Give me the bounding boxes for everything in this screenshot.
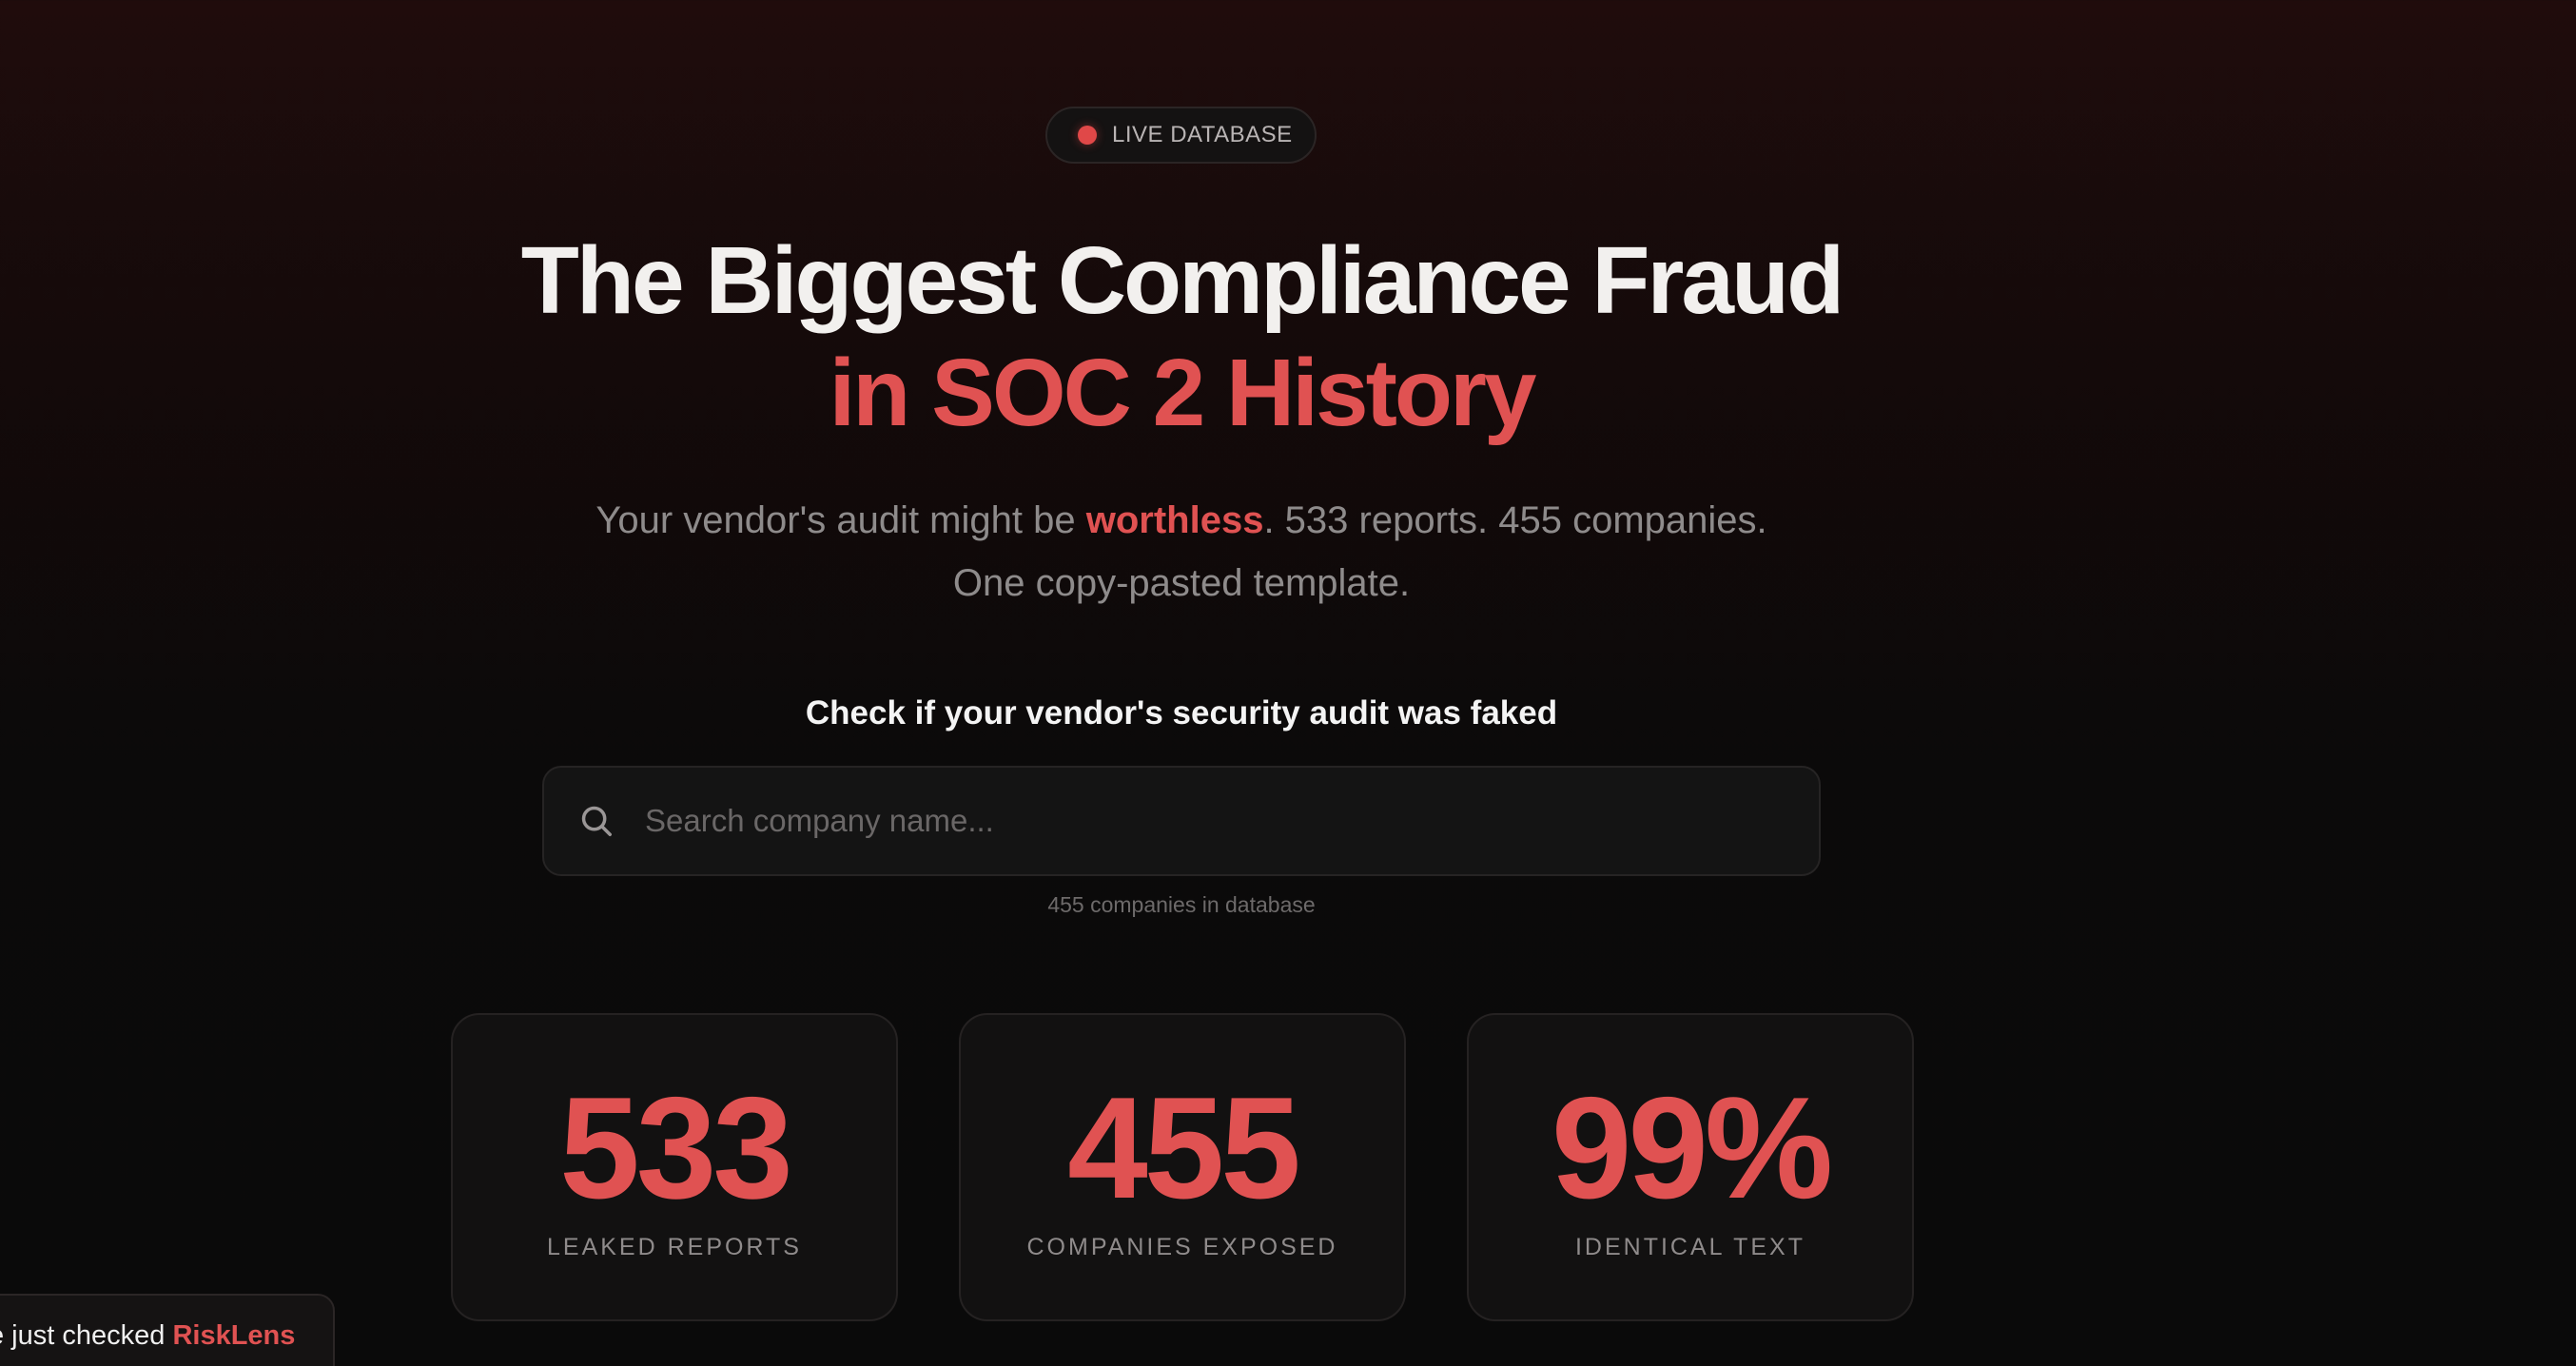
headline-line-1: The Biggest Compliance Fraud: [520, 227, 1844, 334]
subheadline-text-after: . 533 reports. 455 companies.: [1263, 499, 1767, 541]
live-database-badge: LIVE DATABASE: [1045, 107, 1317, 164]
stat-card-companies-exposed: 455 COMPANIES EXPOSED: [959, 1013, 1406, 1321]
stats-row: 533 LEAKED REPORTS 455 COMPANIES EXPOSED…: [451, 1013, 1914, 1321]
search-box[interactable]: [542, 766, 1821, 876]
stat-value: 533: [559, 1067, 793, 1229]
subheadline-line-1: Your vendor's audit might be worthless. …: [0, 489, 2363, 552]
stat-card-identical-text: 99% IDENTICAL TEXT: [1467, 1013, 1914, 1321]
toast-text: e just checked: [0, 1320, 173, 1351]
stat-label: COMPANIES EXPOSED: [1026, 1234, 1338, 1260]
stat-value: 99%: [1551, 1067, 1833, 1229]
subheadline-highlight: worthless: [1085, 499, 1264, 541]
subheadline-line-2: One copy-pasted template.: [952, 562, 1411, 604]
headline-line-2: in SOC 2 History: [829, 340, 1536, 446]
toast-company-name: RiskLens: [172, 1320, 296, 1351]
stat-value: 455: [1067, 1067, 1301, 1229]
stat-card-leaked-reports: 533 LEAKED REPORTS: [451, 1013, 898, 1321]
subheadline-text-before: Your vendor's audit might be: [595, 499, 1086, 541]
stat-label: IDENTICAL TEXT: [1574, 1234, 1806, 1260]
recent-check-toast: e just checked RiskLens: [0, 1294, 335, 1366]
database-count: 455 companies in database: [1047, 892, 1316, 917]
toast-message: e just checked RiskLens: [0, 1320, 333, 1352]
search-heading: Check if your vendor's security audit wa…: [805, 694, 1558, 732]
search-icon: [576, 801, 616, 841]
stat-label: LEAKED REPORTS: [546, 1234, 802, 1260]
badge-label: LIVE DATABASE: [1112, 122, 1293, 147]
search-input[interactable]: [645, 768, 1819, 874]
live-indicator-dot: [1078, 126, 1097, 145]
